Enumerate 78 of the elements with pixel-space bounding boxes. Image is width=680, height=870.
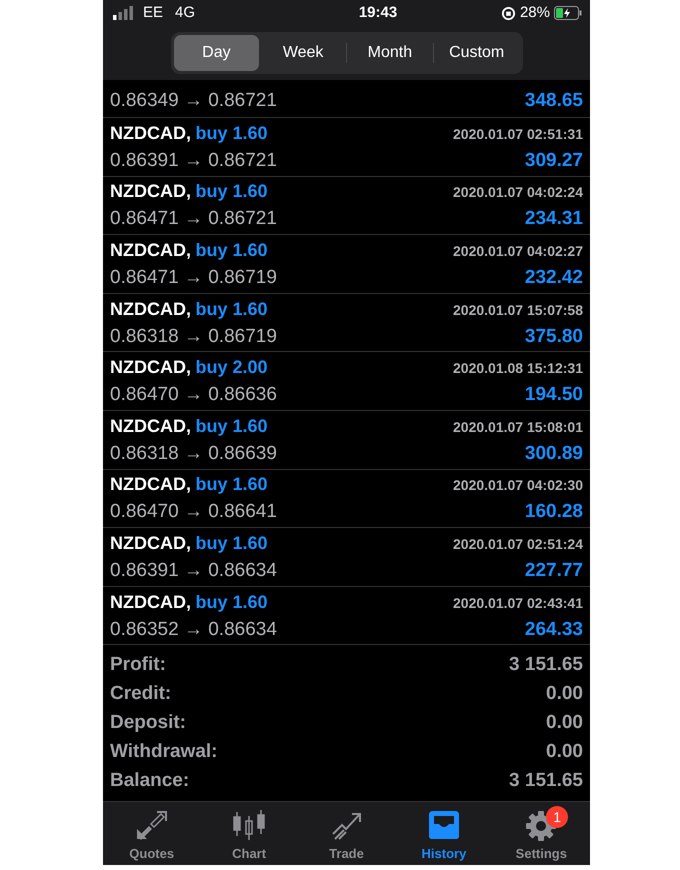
tab-bar-item[interactable]: Settings 1 [492, 802, 590, 866]
deal-profit: 300.89 [524, 442, 583, 466]
network-label: 4G [175, 2, 196, 23]
deal-profit: 234.31 [524, 207, 583, 232]
period-tab[interactable]: Week [260, 35, 346, 71]
deal-time: 2020.01.07 15:08:01 [453, 418, 583, 437]
deal-time: 2020.01.07 15:07:58 [453, 300, 583, 320]
summary-label: Profit: [110, 653, 166, 678]
deal-time: 2020.01.07 04:02:30 [453, 476, 583, 496]
deal-time: 2020.01.08 15:12:31 [453, 359, 583, 378]
inbox-tray-icon [426, 810, 461, 840]
price-range: 0.86391 → 0.86721 [110, 148, 277, 173]
deal-time: 2020.01.07 04:02:27 [453, 242, 583, 261]
deal-profit: 264.33 [524, 618, 583, 642]
price-range: 0.86470 → 0.86636 [110, 383, 277, 408]
trend-arrow-icon [330, 810, 364, 840]
tab-bar-item[interactable]: Quotes [103, 802, 200, 866]
deal-time: 2020.01.07 02:51:24 [453, 534, 583, 554]
arrows-icon [134, 810, 169, 840]
candlestick-icon [232, 810, 266, 840]
tab-bar-item[interactable]: History [395, 802, 493, 866]
price-range: 0.86391 → 0.86634 [110, 558, 277, 583]
deal-type: buy 1.60 [195, 532, 268, 553]
signal-icon [113, 6, 135, 20]
deal-profit: 227.77 [524, 558, 583, 583]
deal-symbol: NZDCAD, [110, 532, 191, 553]
deal-symbol: NZDCAD, [110, 298, 191, 319]
deal-profit: 232.42 [524, 266, 583, 290]
price-range: 0.86470 → 0.86641 [110, 500, 277, 524]
battery-icon [554, 6, 582, 20]
deal-type: buy 1.60 [195, 474, 268, 494]
period-tab[interactable]: Month [347, 35, 433, 71]
deal-profit: 375.80 [524, 324, 583, 349]
price-range: 0.86349 → 0.86721 [110, 89, 277, 113]
tab-bar-item[interactable]: Chart [200, 802, 298, 866]
deal-time: 2020.01.07 02:43:41 [453, 594, 583, 613]
summary-value: 0.00 [546, 682, 583, 706]
tab-bar-item[interactable]: Trade [298, 802, 396, 866]
deal-type: buy 2.00 [195, 357, 268, 378]
deal-type: buy 1.60 [195, 181, 268, 202]
deal-type: buy 1.60 [195, 298, 268, 319]
price-range: 0.86471 → 0.86721 [110, 207, 277, 232]
period-tab[interactable]: Day [174, 35, 260, 71]
summary-label: Deposit: [110, 710, 186, 735]
deal-profit: 194.50 [524, 383, 583, 408]
price-range: 0.86318 → 0.86639 [110, 442, 277, 466]
battery-percent: 28% [520, 2, 550, 23]
deal-type: buy 1.60 [195, 122, 268, 143]
price-range: 0.86318 → 0.86719 [110, 324, 277, 349]
summary-value: 3 151.65 [509, 768, 583, 793]
deal-type: buy 1.60 [195, 416, 268, 436]
deal-symbol: NZDCAD, [110, 122, 191, 143]
summary-label: Balance: [110, 768, 190, 793]
clock: 19:43 [358, 2, 398, 23]
deal-type: buy 1.60 [195, 240, 268, 260]
summary-label: Credit: [110, 682, 172, 706]
deal-symbol: NZDCAD, [110, 474, 191, 494]
carrier-label: EE [143, 2, 164, 23]
summary-value: 3 151.65 [509, 653, 583, 678]
notification-count: 1 [546, 806, 568, 828]
rotation-lock-icon [500, 6, 516, 20]
deal-type: buy 1.60 [195, 592, 268, 612]
summary-value: 0.00 [546, 740, 583, 764]
deal-symbol: NZDCAD, [110, 181, 191, 202]
price-range: 0.86352 → 0.86634 [110, 618, 277, 642]
price-range: 0.86471 → 0.86719 [110, 266, 277, 290]
deal-profit: 348.65 [524, 89, 583, 113]
deal-symbol: NZDCAD, [110, 416, 191, 436]
summary-label: Withdrawal: [110, 740, 218, 764]
period-tab[interactable]: Custom [434, 35, 520, 71]
deal-symbol: NZDCAD, [110, 240, 191, 260]
deal-profit: 160.28 [524, 500, 583, 524]
deal-time: 2020.01.07 02:51:31 [453, 124, 583, 144]
deal-profit: 309.27 [524, 148, 583, 173]
deal-symbol: NZDCAD, [110, 357, 191, 378]
summary-value: 0.00 [546, 710, 583, 735]
deal-time: 2020.01.07 04:02:24 [453, 183, 583, 202]
deal-symbol: NZDCAD, [110, 592, 191, 612]
